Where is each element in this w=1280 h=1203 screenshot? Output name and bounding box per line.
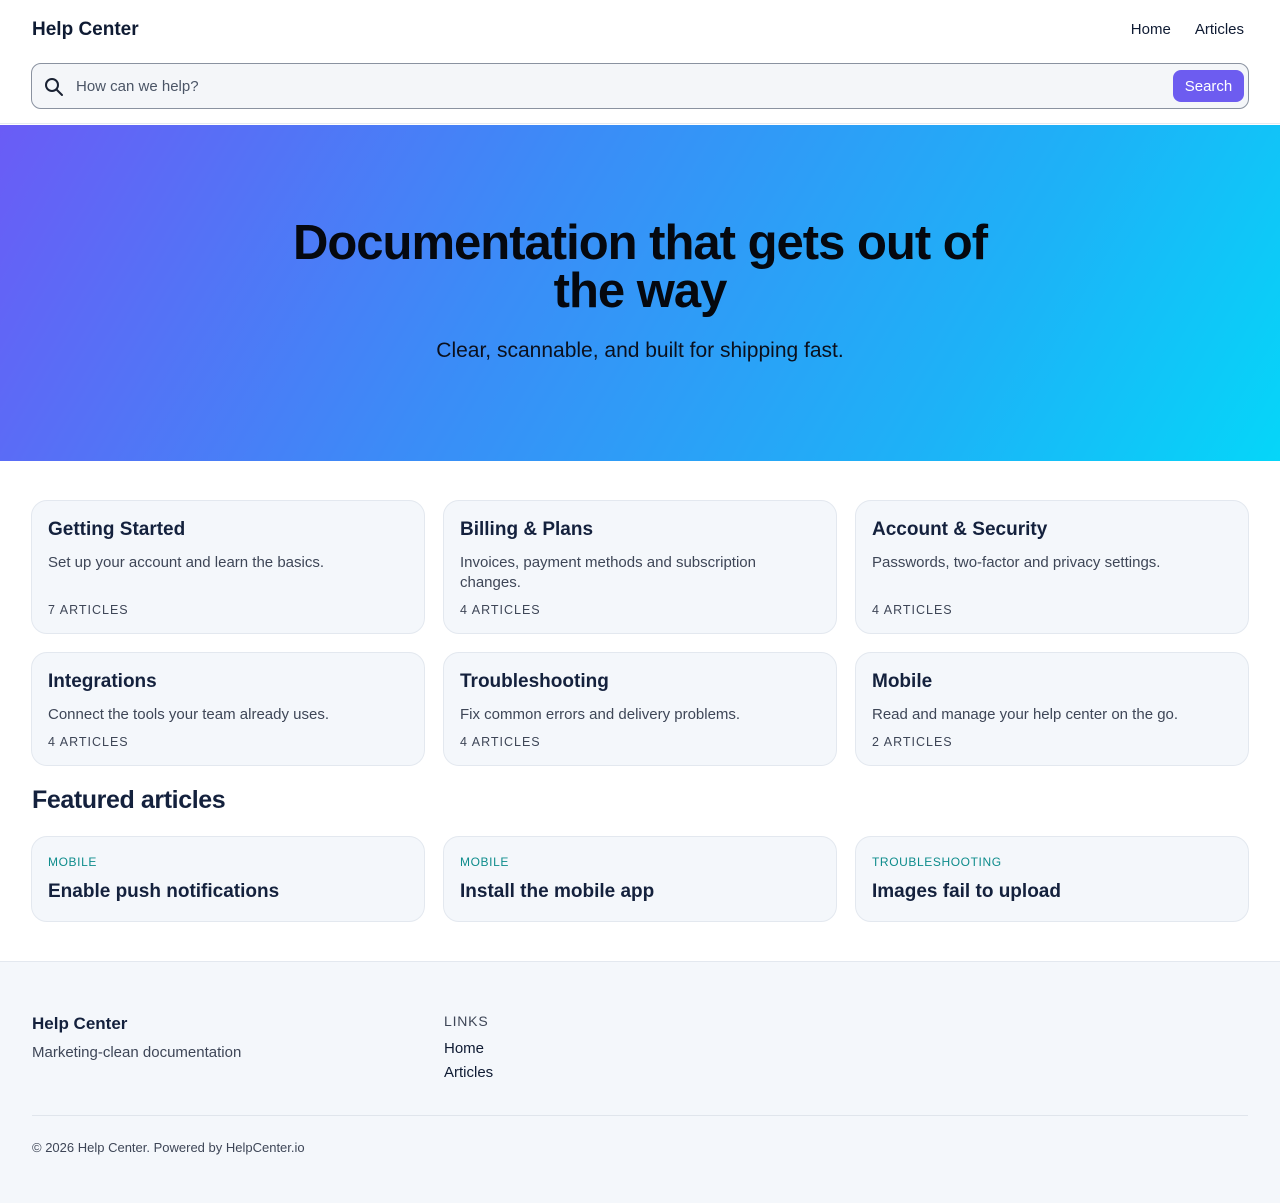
featured-heading: Featured articles	[32, 786, 226, 814]
category-article-count: 4 ARTICLES	[872, 603, 953, 617]
category-title: Getting Started	[48, 519, 186, 540]
category-article-count: 4 ARTICLES	[460, 735, 541, 749]
article-category-tag: TROUBLESHOOTING	[872, 855, 1002, 869]
featured-article-card[interactable]: MOBILE Install the mobile app	[443, 836, 837, 922]
category-card-troubleshooting[interactable]: Troubleshooting Fix common errors and de…	[443, 652, 837, 766]
footer-divider	[32, 1115, 1248, 1116]
hero-banner: Documentation that gets out of the way C…	[0, 125, 1280, 461]
featured-article-card[interactable]: TROUBLESHOOTING Images fail to upload	[855, 836, 1249, 922]
category-description: Connect the tools your team already uses…	[48, 706, 329, 723]
category-grid: Getting Started Set up your account and …	[31, 500, 1249, 766]
category-card-account-security[interactable]: Account & Security Passwords, two-factor…	[855, 500, 1249, 634]
search-icon	[45, 78, 63, 96]
footer-link-articles[interactable]: Articles	[444, 1064, 493, 1081]
nav-articles-link[interactable]: Articles	[1195, 21, 1244, 38]
article-title: Images fail to upload	[872, 881, 1061, 902]
hero-subtitle: Clear, scannable, and built for shipping…	[436, 339, 844, 362]
top-header: Help Center Home Articles Search	[0, 0, 1280, 124]
copyright-text: © 2026 Help Center. Powered by HelpCente…	[32, 1140, 305, 1155]
category-article-count: 7 ARTICLES	[48, 603, 129, 617]
category-title: Integrations	[48, 671, 157, 692]
search-bar: Search	[31, 63, 1249, 109]
category-card-billing[interactable]: Billing & Plans Invoices, payment method…	[443, 500, 837, 634]
article-title: Install the mobile app	[460, 881, 655, 902]
category-card-mobile[interactable]: Mobile Read and manage your help center …	[855, 652, 1249, 766]
category-title: Mobile	[872, 671, 933, 692]
search-input[interactable]	[76, 72, 1156, 100]
category-title: Account & Security	[872, 519, 1048, 540]
category-title: Troubleshooting	[460, 671, 609, 692]
footer-links-heading: LINKS	[444, 1013, 489, 1029]
category-card-getting-started[interactable]: Getting Started Set up your account and …	[31, 500, 425, 634]
brand-logo[interactable]: Help Center	[32, 19, 139, 41]
search-button[interactable]: Search	[1173, 70, 1244, 102]
category-title: Billing & Plans	[460, 519, 594, 540]
category-article-count: 4 ARTICLES	[460, 603, 541, 617]
category-description: Fix common errors and delivery problems.	[460, 706, 741, 723]
category-description: Passwords, two-factor and privacy settin…	[872, 554, 1161, 571]
article-category-tag: MOBILE	[460, 855, 509, 869]
footer-tagline: Marketing-clean documentation	[32, 1044, 242, 1061]
featured-articles-grid: MOBILE Enable push notifications MOBILE …	[31, 836, 1249, 922]
category-card-integrations[interactable]: Integrations Connect the tools your team…	[31, 652, 425, 766]
category-article-count: 4 ARTICLES	[48, 735, 129, 749]
footer-link-home[interactable]: Home	[444, 1040, 484, 1057]
main-nav: Home Articles	[1131, 21, 1244, 38]
category-description: Set up your account and learn the basics…	[48, 554, 325, 571]
featured-article-card[interactable]: MOBILE Enable push notifications	[31, 836, 425, 922]
category-description: Read and manage your help center on the …	[872, 706, 1179, 723]
hero-title: Documentation that gets out of the way	[292, 216, 988, 318]
article-title: Enable push notifications	[48, 881, 280, 902]
site-footer: Help Center Marketing-clean documentatio…	[0, 961, 1280, 1203]
article-category-tag: MOBILE	[48, 855, 97, 869]
footer-brand: Help Center	[32, 1014, 128, 1033]
category-description: Invoices, payment methods and subscripti…	[460, 554, 756, 591]
category-article-count: 2 ARTICLES	[872, 735, 953, 749]
nav-home-link[interactable]: Home	[1131, 21, 1171, 38]
